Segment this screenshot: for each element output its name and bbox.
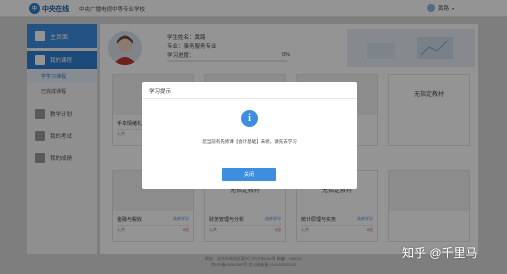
dialog-message: 您当前有先修课【会计基础】未修，请先去学习 (202, 139, 297, 144)
watermark: 知乎 @千里马 (402, 246, 478, 260)
learning-tip-dialog: 学习提示 i 您当前有先修课【会计基础】未修，请先去学习 关闭 (142, 82, 357, 189)
info-icon: i (241, 110, 258, 127)
dialog-title: 学习提示 (142, 82, 357, 99)
close-button[interactable]: 关闭 (222, 168, 276, 181)
